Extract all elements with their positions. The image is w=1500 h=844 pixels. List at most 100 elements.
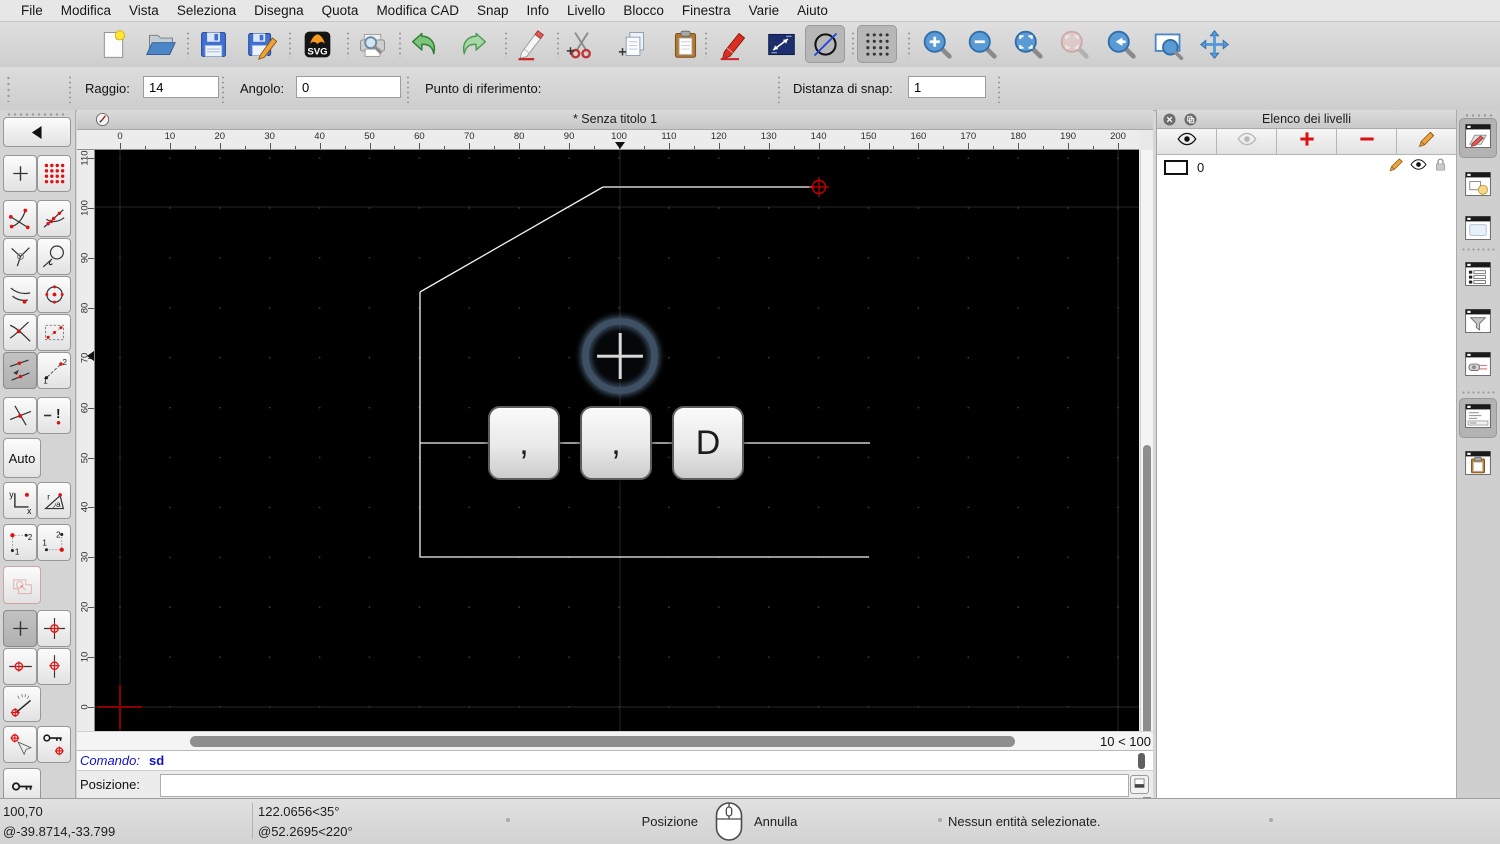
menu-modifica-cad[interactable]: Modifica CAD bbox=[367, 3, 468, 18]
rel-point-2-button[interactable]: 12 bbox=[37, 524, 71, 561]
menu-snap[interactable]: Snap bbox=[468, 3, 518, 18]
zoom-out-button[interactable] bbox=[962, 25, 1002, 63]
snap-grid-button[interactable] bbox=[37, 155, 71, 192]
show-all-layers-eye-button[interactable] bbox=[1157, 129, 1217, 155]
export-svg-button[interactable]: SVG bbox=[297, 25, 337, 63]
rel-point-1-button[interactable]: 12 bbox=[3, 524, 37, 561]
dock-tab-block-list[interactable] bbox=[1459, 166, 1497, 206]
snap-distance-input[interactable] bbox=[908, 76, 986, 98]
menu-modifica[interactable]: Modifica bbox=[52, 3, 120, 18]
open-file-button[interactable] bbox=[140, 25, 180, 63]
copy-button[interactable] bbox=[613, 25, 653, 63]
layer-panel-titlebar[interactable]: Elenco dei livelli bbox=[1157, 110, 1456, 129]
new-file-button[interactable] bbox=[93, 25, 133, 63]
lock-relative-zero-button[interactable] bbox=[37, 726, 71, 763]
dock-tab-selection-filter[interactable] bbox=[1459, 303, 1497, 343]
dimension-button[interactable] bbox=[761, 25, 801, 63]
remove-layer-button[interactable] bbox=[1337, 129, 1397, 155]
snap-endpoints-button[interactable] bbox=[3, 200, 37, 237]
edit-layer-button[interactable] bbox=[1397, 129, 1456, 155]
command-label: Comando: bbox=[80, 753, 140, 768]
snap-intersection-manual-button[interactable]: ! bbox=[37, 397, 71, 434]
layer-row[interactable]: 0 bbox=[1157, 155, 1456, 179]
redo-button[interactable] bbox=[452, 25, 492, 63]
set-relative-zero-button[interactable] bbox=[3, 686, 41, 722]
print-preview-button[interactable] bbox=[352, 25, 392, 63]
command-line[interactable]: Comando: sd bbox=[77, 750, 1153, 770]
snap-middle-button[interactable] bbox=[3, 352, 37, 389]
hide-all-layers-eye-button[interactable] bbox=[1217, 129, 1277, 155]
undo-button[interactable] bbox=[405, 25, 445, 63]
dock-tab-command-history[interactable] bbox=[1459, 398, 1497, 438]
save-as-button[interactable] bbox=[241, 25, 281, 63]
menu-finestra[interactable]: Finestra bbox=[673, 3, 740, 18]
zoom-pan-button[interactable] bbox=[1194, 25, 1234, 63]
snap-distance-point-button[interactable] bbox=[3, 276, 37, 313]
restriction-info-button[interactable] bbox=[3, 566, 41, 604]
paste-button[interactable] bbox=[665, 25, 705, 63]
position-options-button[interactable] bbox=[1130, 775, 1149, 794]
menu-livello[interactable]: Livello bbox=[558, 3, 614, 18]
coord-cartesian-button[interactable]: yx bbox=[3, 482, 37, 519]
snap-free-button[interactable] bbox=[3, 155, 37, 192]
restrict-vertical-button[interactable] bbox=[37, 648, 71, 685]
layer-edit-icon[interactable] bbox=[1383, 156, 1405, 178]
draft-mode-button[interactable] bbox=[805, 25, 845, 63]
snap-auto-intersection-button[interactable] bbox=[3, 314, 37, 351]
zoom-in-button[interactable] bbox=[917, 25, 957, 63]
snap-perpendicular-button[interactable] bbox=[3, 238, 37, 275]
zoom-previous-button[interactable] bbox=[1101, 25, 1141, 63]
dock-drag-handle[interactable] bbox=[1464, 114, 1494, 117]
drawing-canvas[interactable]: ,, D bbox=[95, 150, 1139, 731]
menu-file[interactable]: File bbox=[12, 3, 52, 18]
horizontal-scrollbar-thumb[interactable] bbox=[190, 736, 1015, 747]
menu-quota[interactable]: Quota bbox=[313, 3, 368, 18]
dock-tab-property-editor[interactable] bbox=[1459, 256, 1497, 296]
snap-center-button[interactable] bbox=[37, 276, 71, 313]
dock-tab-command-options[interactable] bbox=[1459, 346, 1497, 386]
horizontal-scrollbar[interactable]: 10 < 100 bbox=[77, 731, 1153, 750]
snap-tangent-button[interactable] bbox=[37, 238, 71, 275]
position-input[interactable] bbox=[160, 774, 1129, 797]
back-button[interactable] bbox=[3, 117, 71, 147]
restrict-nothing-button[interactable] bbox=[3, 610, 37, 647]
radius-input[interactable] bbox=[143, 76, 219, 98]
menu-info[interactable]: Info bbox=[518, 3, 559, 18]
zoom-selection-button[interactable] bbox=[1054, 25, 1094, 63]
snap-auto-button[interactable]: Auto bbox=[3, 438, 41, 478]
snap-intersection-button[interactable] bbox=[3, 397, 37, 434]
vertical-scrollbar[interactable] bbox=[1140, 150, 1153, 835]
document-titlebar[interactable]: * Senza titolo 1 bbox=[77, 110, 1153, 130]
save-button[interactable] bbox=[193, 25, 233, 63]
cut-button[interactable] bbox=[561, 25, 601, 63]
restrict-horizontal-button[interactable] bbox=[3, 648, 37, 685]
restrict-orthogonal-button[interactable] bbox=[37, 610, 71, 647]
menu-disegna[interactable]: Disegna bbox=[245, 3, 313, 18]
dock-tab-layer-list[interactable] bbox=[1459, 118, 1497, 158]
snap-coordinate-button[interactable] bbox=[3, 726, 37, 763]
dock-tab-library-browser[interactable] bbox=[1459, 210, 1497, 250]
layer-lock-icon[interactable] bbox=[1427, 156, 1449, 178]
snap-on-entity-button[interactable] bbox=[37, 200, 71, 237]
zoom-window-button[interactable] bbox=[1148, 25, 1188, 63]
snap-distance-manual-button[interactable]: 12 bbox=[37, 352, 71, 389]
delete-entities-button[interactable] bbox=[510, 25, 550, 63]
menu-blocco[interactable]: Blocco bbox=[614, 3, 673, 18]
draw-entity-button[interactable] bbox=[713, 25, 753, 63]
add-layer-button[interactable] bbox=[1277, 129, 1337, 155]
grid-toggle-button[interactable] bbox=[857, 25, 897, 63]
toolbar-drag-handle[interactable] bbox=[7, 75, 10, 102]
menu-seleziona[interactable]: Seleziona bbox=[168, 3, 245, 18]
angle-input[interactable] bbox=[296, 76, 401, 98]
palette-drag-handle[interactable] bbox=[6, 113, 68, 116]
snap-reference-button[interactable] bbox=[37, 314, 71, 351]
menu-vista[interactable]: Vista bbox=[120, 3, 168, 18]
layer-visible-icon[interactable] bbox=[1405, 156, 1427, 178]
command-scrollbar-thumb[interactable] bbox=[1138, 753, 1145, 769]
zoom-auto-button[interactable] bbox=[1008, 25, 1048, 63]
menu-aiuto[interactable]: Aiuto bbox=[788, 3, 837, 18]
menu-varie[interactable]: Varie bbox=[740, 3, 789, 18]
dock-tab-clipboard-panel[interactable] bbox=[1459, 445, 1497, 485]
library-browser-icon bbox=[1463, 214, 1493, 247]
coord-polar-button[interactable]: ra bbox=[37, 482, 71, 519]
